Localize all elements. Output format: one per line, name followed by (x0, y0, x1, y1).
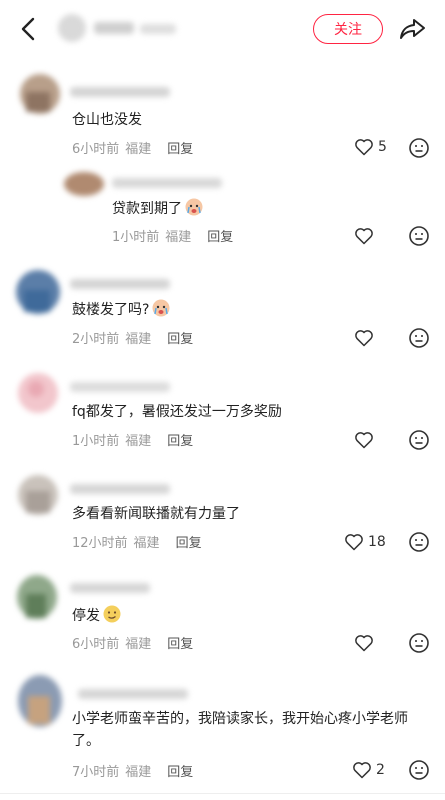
like-count: 18 (368, 534, 386, 550)
comment-item: 仓山也没发 6小时前 福建 回复 5 (0, 64, 445, 164)
username[interactable] (70, 580, 160, 596)
avatar[interactable] (14, 572, 60, 622)
comment-text: fq都发了，暑假还发过一万多奖励 (72, 404, 282, 420)
follow-button[interactable]: 关注 (313, 14, 383, 44)
username[interactable] (70, 379, 180, 395)
comment-time: 1小时前 (72, 434, 120, 449)
comment-location: 福建 (125, 434, 152, 449)
comment-time: 12小时前 (72, 536, 128, 551)
avatar[interactable] (16, 371, 60, 415)
comment-text: 贷款到期了 (112, 197, 204, 220)
reply-button[interactable]: 回复 (167, 332, 193, 347)
emoji-face-icon[interactable] (408, 327, 430, 349)
avatar[interactable] (14, 672, 66, 730)
like-button[interactable]: 5 (354, 135, 387, 159)
heart-outline-icon (355, 635, 373, 652)
comment-meta: 1小时前 福建 回复 (112, 226, 239, 245)
avatar[interactable] (16, 473, 60, 517)
comment-time: 2小时前 (72, 332, 120, 347)
like-count: 5 (378, 139, 387, 155)
heart-outline-icon (355, 228, 373, 245)
comment-meta: 6小时前 福建 回复 (72, 138, 199, 157)
emoji-face-icon[interactable] (408, 632, 430, 654)
comment-meta: 6小时前 福建 回复 (72, 633, 199, 652)
like-button[interactable] (354, 326, 378, 350)
comment-text: 仓山也没发 (72, 112, 142, 128)
username[interactable] (70, 84, 180, 100)
comment-text: 多看看新闻联播就有力量了 (72, 506, 240, 522)
comment-meta: 2小时前 福建 回复 (72, 328, 199, 347)
like-button[interactable] (354, 428, 378, 452)
emoji-face-icon[interactable] (408, 531, 430, 553)
heart-outline-icon (353, 762, 371, 779)
username[interactable] (78, 686, 198, 702)
comment-time: 6小时前 (72, 142, 120, 157)
reply-button[interactable]: 回复 (176, 536, 202, 551)
avatar[interactable] (14, 268, 62, 316)
comment-location: 福建 (125, 765, 152, 780)
comment-meta: 12小时前 福建 回复 (72, 532, 208, 551)
like-button[interactable]: 2 (352, 758, 385, 782)
comment-text: 小学老师蛮辛苦的，我陪读家长，我开始心疼小学老师了。 (72, 711, 408, 749)
comment-meta: 7小时前 福建 回复 (72, 761, 199, 780)
divider (0, 793, 445, 794)
username[interactable] (112, 175, 232, 191)
chevron-left-icon[interactable] (14, 14, 44, 44)
reply-button[interactable]: 回复 (167, 434, 193, 449)
heart-outline-icon (345, 534, 363, 551)
comment-item: 小学老师蛮辛苦的，我陪读家长，我开始心疼小学老师了。 7小时前 福建 回复 2 (0, 668, 445, 793)
username[interactable] (70, 276, 180, 292)
comment-item: 鼓楼发了吗? 2小时前 福建 回复 (0, 258, 445, 358)
reply-button[interactable]: 回复 (207, 230, 233, 245)
comment-meta: 1小时前 福建 回复 (72, 430, 199, 449)
avatar[interactable] (62, 169, 106, 199)
comment-item: fq都发了，暑假还发过一万多奖励 1小时前 福建 回复 (0, 365, 445, 465)
like-button[interactable]: 18 (344, 530, 386, 554)
comment-location: 福建 (125, 332, 152, 347)
author-avatar-and-name[interactable] (52, 8, 192, 48)
top-bar: 关注 (0, 0, 445, 58)
comment-time: 6小时前 (72, 637, 120, 652)
crying-emoji-icon (152, 299, 170, 317)
reply-button[interactable]: 回复 (167, 765, 193, 780)
comment-location: 福建 (165, 230, 192, 245)
comment-location: 福建 (133, 536, 160, 551)
heart-outline-icon (355, 432, 373, 449)
emoji-face-icon[interactable] (408, 429, 430, 451)
comment-location: 福建 (125, 637, 152, 652)
like-count: 2 (376, 762, 385, 778)
comment-item: 多看看新闻联播就有力量了 12小时前 福建 回复 18 (0, 467, 445, 567)
emoji-face-icon[interactable] (408, 759, 430, 781)
crying-emoji-icon (185, 198, 203, 216)
smirk-emoji-icon (103, 605, 121, 623)
like-button[interactable] (354, 631, 378, 655)
like-button[interactable] (354, 224, 378, 248)
avatar[interactable] (18, 72, 62, 116)
heart-outline-icon (355, 139, 373, 156)
comment-item: 贷款到期了 1小时前 福建 回复 (0, 165, 445, 255)
share-arrow-icon[interactable] (397, 14, 427, 44)
emoji-face-icon[interactable] (408, 137, 430, 159)
comment-text: 鼓楼发了吗? (72, 298, 171, 321)
heart-outline-icon (355, 330, 373, 347)
username[interactable] (70, 481, 180, 497)
comment-time: 7小时前 (72, 765, 120, 780)
comment-time: 1小时前 (112, 230, 160, 245)
comment-location: 福建 (125, 142, 152, 157)
reply-button[interactable]: 回复 (167, 142, 193, 157)
reply-button[interactable]: 回复 (167, 637, 193, 652)
emoji-face-icon[interactable] (408, 225, 430, 247)
comment-text: 停发 (72, 604, 122, 627)
comment-item: 停发 6小时前 福建 回复 (0, 568, 445, 668)
